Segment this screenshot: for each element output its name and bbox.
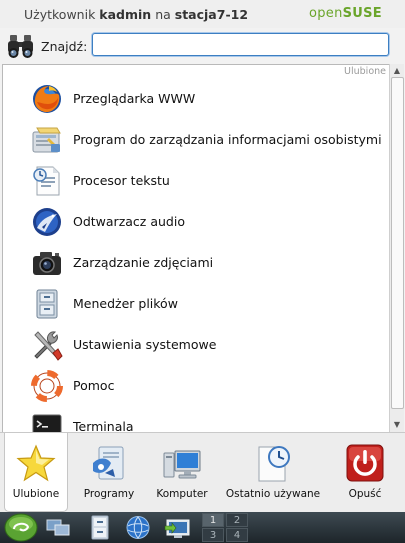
opensuse-logo: openSUSE xyxy=(308,6,382,21)
tab-applications[interactable]: Programy xyxy=(76,433,142,511)
list-item-file-manager[interactable]: Menedżer plików xyxy=(3,284,389,325)
tab-favorites[interactable]: Ulubione xyxy=(4,433,68,512)
app-label: Pomoc xyxy=(73,378,115,393)
taskbar: 1 2 3 4 xyxy=(0,512,405,543)
app-label: Przeglądarka WWW xyxy=(73,91,196,106)
app-label: Zarządzanie zdjęciami xyxy=(73,255,214,270)
list-item-audio-player[interactable]: Odtwarzacz audio xyxy=(3,202,389,243)
app-label: Ustawienia systemowe xyxy=(73,337,217,352)
app-label: Program do zarządzania informacjami osob… xyxy=(73,132,382,147)
word-processor-icon xyxy=(33,166,60,196)
camera-icon xyxy=(33,252,61,275)
tab-label: Ulubione xyxy=(12,488,60,500)
computer-icon xyxy=(163,450,201,479)
list-item-photo-manager[interactable]: Zarządzanie zdjęciami xyxy=(3,243,389,284)
pager-desktop-4[interactable]: 4 xyxy=(226,528,248,542)
pim-icon xyxy=(32,127,61,153)
show-desktop-icon[interactable] xyxy=(44,514,72,541)
username: kadmin xyxy=(99,7,152,22)
app-label: Menedżer plików xyxy=(73,296,178,311)
desktop-pager: 1 2 3 4 xyxy=(201,512,249,543)
audio-player-icon xyxy=(33,208,61,236)
tab-label: Programy xyxy=(83,488,135,500)
scroll-up-arrow-icon[interactable]: ▲ xyxy=(391,65,403,76)
favorites-panel: Ulubione Przeglądarka WWW Program do zar… xyxy=(2,64,390,433)
scroll-down-arrow-icon[interactable]: ▼ xyxy=(391,419,403,430)
power-icon xyxy=(346,444,384,482)
section-label: Ulubione xyxy=(344,66,386,77)
application-launcher: Użytkownik kadmin na stacja7-12 openSUSE… xyxy=(0,0,405,513)
pager-desktop-2[interactable]: 2 xyxy=(226,513,248,527)
kickoff-menu-icon[interactable] xyxy=(4,513,38,542)
scrollbar-thumb[interactable] xyxy=(391,77,404,409)
remote-desktop-taskbar-icon[interactable] xyxy=(164,514,192,541)
tools-icon xyxy=(34,331,63,361)
search-row: Znajdź: xyxy=(0,28,405,64)
app-label: Procesor tekstu xyxy=(73,173,170,188)
list-item-terminal[interactable]: Terminala xyxy=(3,407,389,433)
terminal-icon xyxy=(32,414,62,433)
app-label: Terminala xyxy=(73,419,134,433)
lifebuoy-icon xyxy=(31,370,63,402)
list-item-word-processor[interactable]: Procesor tekstu xyxy=(3,161,389,202)
user-prefix: Użytkownik xyxy=(24,7,96,22)
web-browser-taskbar-icon[interactable] xyxy=(124,514,152,541)
list-item-help[interactable]: Pomoc xyxy=(3,366,389,407)
star-icon xyxy=(16,444,56,482)
vertical-scrollbar[interactable]: ▲ ▼ xyxy=(389,64,404,432)
recent-icon xyxy=(258,446,290,482)
tab-label: Komputer xyxy=(156,488,208,500)
launcher-header: Użytkownik kadmin na stacja7-12 openSUSE xyxy=(0,0,405,28)
pager-desktop-3[interactable]: 3 xyxy=(202,528,224,542)
host-prefix: na xyxy=(155,7,171,22)
hostname: stacja7-12 xyxy=(174,7,249,22)
app-list: Przeglądarka WWW Program do zarządzania … xyxy=(3,79,389,433)
app-label: Odtwarzacz audio xyxy=(73,214,185,229)
applications-icon xyxy=(93,446,124,480)
tab-leave[interactable]: Opuść xyxy=(332,433,398,511)
launcher-tabs: Ulubione Programy Komputer Ostatnio używ… xyxy=(0,432,405,513)
file-manager-taskbar-icon[interactable] xyxy=(86,514,114,541)
list-item-web-browser[interactable]: Przeglądarka WWW xyxy=(3,79,389,120)
binoculars-icon xyxy=(8,35,33,58)
list-item-system-settings[interactable]: Ustawienia systemowe xyxy=(3,325,389,366)
list-item-pim[interactable]: Program do zarządzania informacjami osob… xyxy=(3,120,389,161)
tab-recently-used[interactable]: Ostatnio używane xyxy=(222,433,324,511)
tab-label: Opuść xyxy=(348,488,382,500)
search-input[interactable] xyxy=(92,33,389,56)
firefox-icon xyxy=(33,85,61,113)
pager-desktop-1[interactable]: 1 xyxy=(202,513,224,527)
tab-computer[interactable]: Komputer xyxy=(150,433,214,511)
file-manager-icon xyxy=(36,289,58,319)
tab-label: Ostatnio używane xyxy=(225,488,321,500)
user-info: Użytkownik kadmin na stacja7-12 xyxy=(24,7,248,22)
search-label: Znajdź: xyxy=(41,39,88,54)
